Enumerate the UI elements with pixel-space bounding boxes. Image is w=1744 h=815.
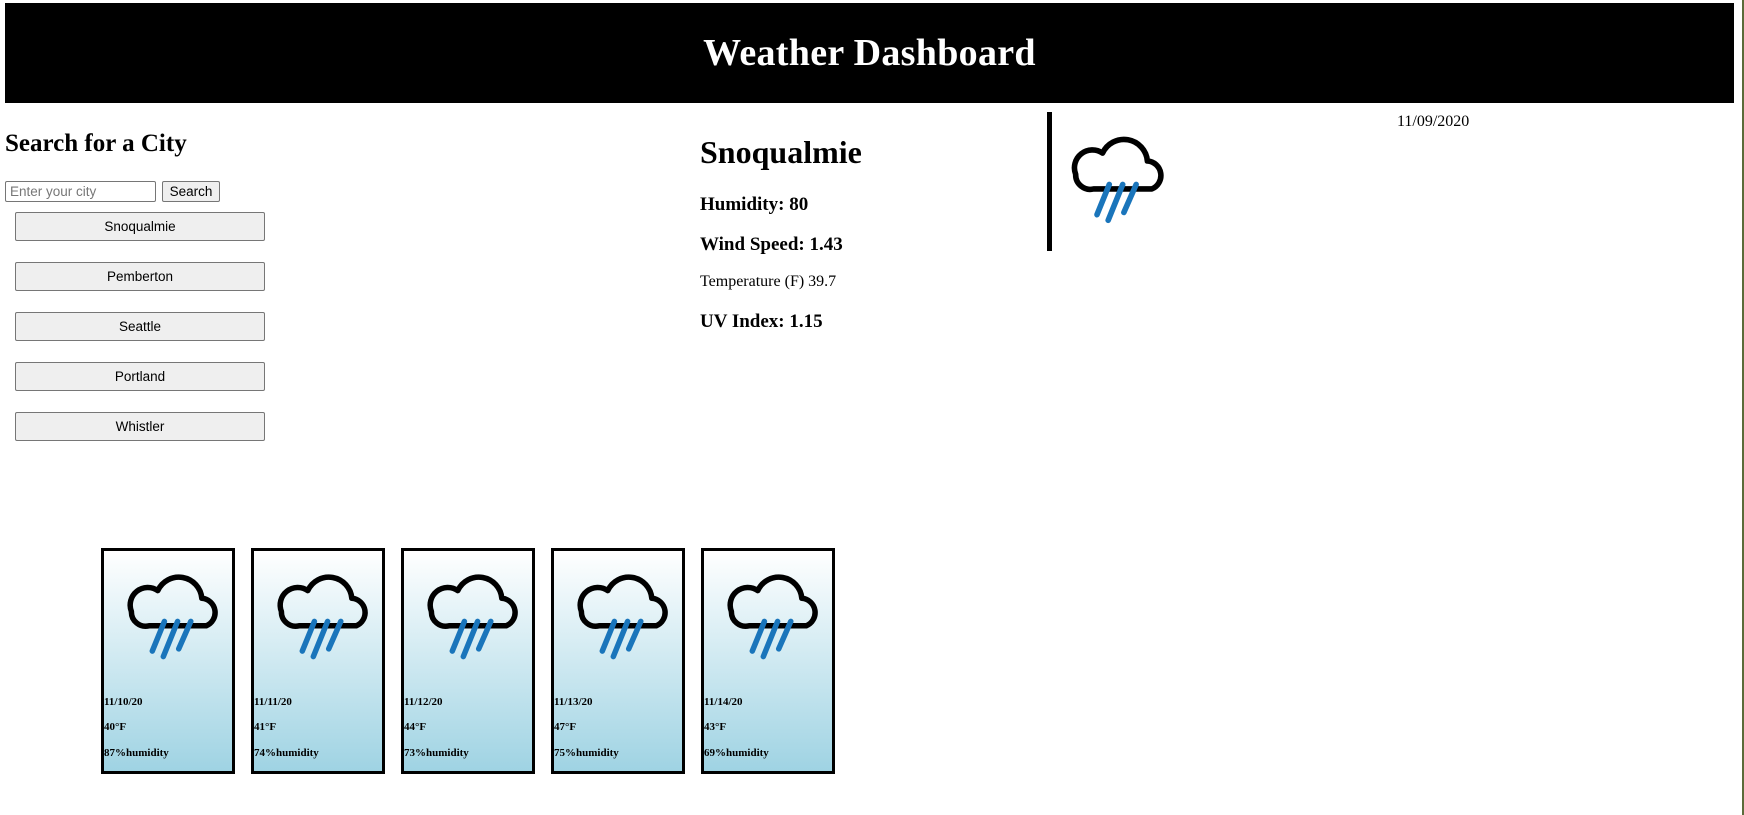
search-title: Search for a City <box>5 130 187 157</box>
forecast-date: 11/10/20 <box>104 696 143 708</box>
rain-cloud-icon <box>127 574 218 660</box>
forecast-card: 11/10/20 40°F 87%humidity <box>101 548 235 774</box>
rain-cloud-icon <box>277 574 368 660</box>
history-city-button[interactable]: Whistler <box>15 412 265 441</box>
current-uv-index: UV Index: 1.15 <box>700 311 823 332</box>
forecast-temperature: 47°F <box>554 721 577 733</box>
forecast-date: 11/11/20 <box>254 696 292 708</box>
city-search-input[interactable] <box>5 181 156 202</box>
forecast-temperature: 40°F <box>104 721 127 733</box>
forecast-card: 11/14/20 43°F 69%humidity <box>701 548 835 774</box>
current-humidity: Humidity: 80 <box>700 194 809 215</box>
forecast-card: 11/13/20 47°F 75%humidity <box>551 548 685 774</box>
forecast-humidity: 87%humidity <box>104 747 169 759</box>
forecast-temperature: 44°F <box>404 721 427 733</box>
page-title: Weather Dashboard <box>703 32 1036 74</box>
history-city-button[interactable]: Seattle <box>15 312 265 341</box>
forecast-date: 11/13/20 <box>554 696 593 708</box>
forecast-card: 11/12/20 44°F 73%humidity <box>401 548 535 774</box>
rain-cloud-icon <box>577 574 668 660</box>
search-button[interactable]: Search <box>162 181 220 202</box>
current-divider <box>1047 112 1052 251</box>
forecast-humidity: 73%humidity <box>404 747 469 759</box>
history-city-button[interactable]: Snoqualmie <box>15 212 265 241</box>
forecast-temperature: 41°F <box>254 721 277 733</box>
page-header: Weather Dashboard <box>5 3 1734 103</box>
forecast-temperature: 43°F <box>704 721 727 733</box>
rain-cloud-icon <box>727 574 818 660</box>
rain-cloud-icon <box>427 574 518 660</box>
current-temperature: Temperature (F) 39.7 <box>700 273 837 290</box>
current-date: 11/09/2020 <box>1397 113 1470 130</box>
forecast-date: 11/14/20 <box>704 696 743 708</box>
current-wind-speed: Wind Speed: 1.43 <box>700 234 843 255</box>
history-city-button[interactable]: Portland <box>15 362 265 391</box>
forecast-humidity: 75%humidity <box>554 747 619 759</box>
forecast-date: 11/12/20 <box>404 696 443 708</box>
forecast-humidity: 69%humidity <box>704 747 769 759</box>
current-city-name: Snoqualmie <box>700 134 862 170</box>
rain-cloud-icon <box>1071 136 1164 224</box>
history-city-button[interactable]: Pemberton <box>15 262 265 291</box>
forecast-humidity: 74%humidity <box>254 747 319 759</box>
forecast-card: 11/11/20 41°F 74%humidity <box>251 548 385 774</box>
